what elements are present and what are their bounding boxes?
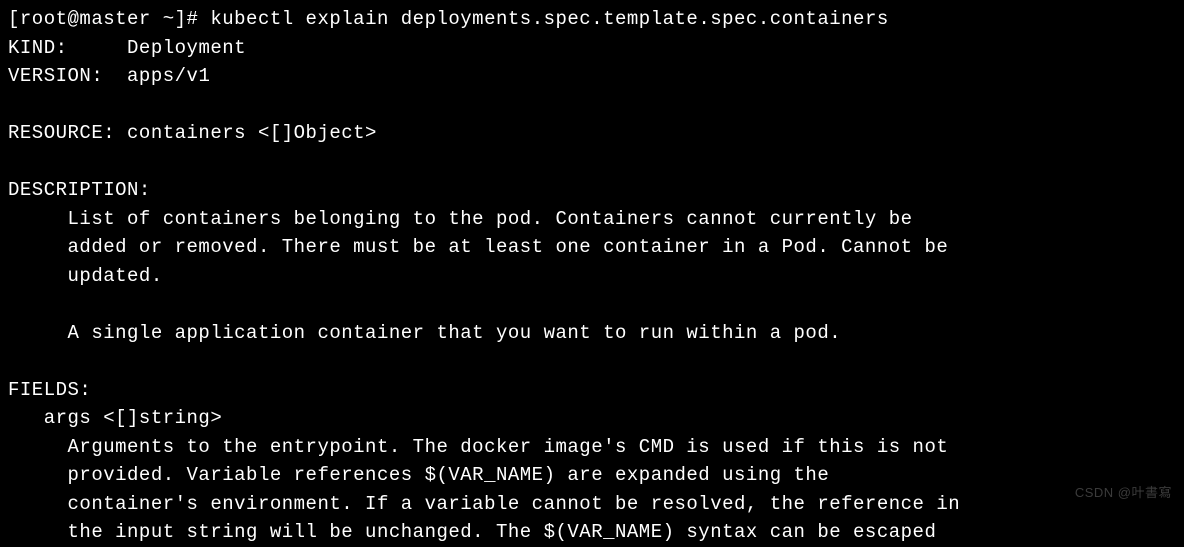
description-header: DESCRIPTION:	[8, 176, 1176, 205]
fields-header: FIELDS:	[8, 376, 1176, 405]
field-description: provided. Variable references $(VAR_NAME…	[8, 461, 1176, 490]
shell-command: kubectl explain deployments.spec.templat…	[210, 8, 888, 30]
field-description: Arguments to the entrypoint. The docker …	[8, 433, 1176, 462]
blank-line	[8, 347, 1176, 376]
description-text: A single application container that you …	[8, 319, 1176, 348]
field-description: container's environment. If a variable c…	[8, 490, 1176, 519]
blank-line	[8, 148, 1176, 177]
version-line: VERSION: apps/v1	[8, 62, 1176, 91]
field-description: the input string will be unchanged. The …	[8, 518, 1176, 547]
description-text: List of containers belonging to the pod.…	[8, 205, 1176, 234]
resource-line: RESOURCE: containers <[]Object>	[8, 119, 1176, 148]
blank-line	[8, 91, 1176, 120]
description-text: added or removed. There must be at least…	[8, 233, 1176, 262]
watermark-text: CSDN @叶書寫	[1075, 483, 1172, 503]
prompt-line: [root@master ~]# kubectl explain deploym…	[8, 5, 1176, 34]
blank-line	[8, 290, 1176, 319]
description-text: updated.	[8, 262, 1176, 291]
shell-prompt: [root@master ~]#	[8, 8, 210, 30]
field-name-args: args <[]string>	[8, 404, 1176, 433]
kind-line: KIND: Deployment	[8, 34, 1176, 63]
